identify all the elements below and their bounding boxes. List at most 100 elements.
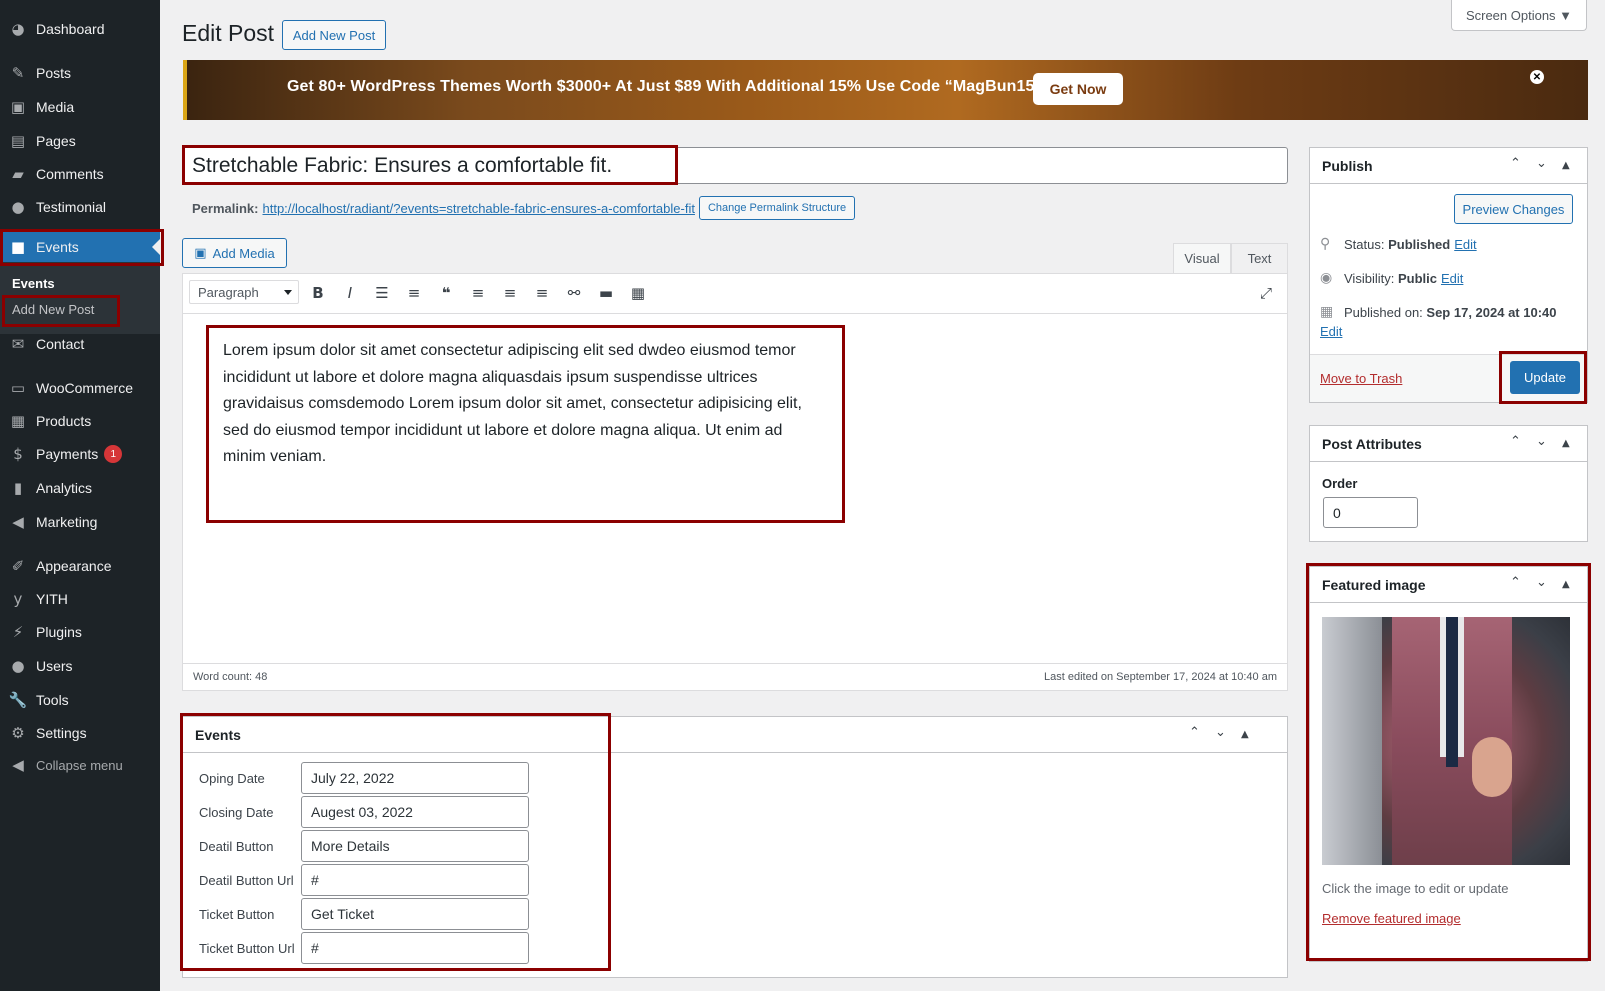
sidebar-item-media[interactable]: ▣ Media	[0, 92, 160, 122]
sidebar-item-users[interactable]: ● Users	[0, 651, 160, 681]
toggle-panel-icon[interactable]: ▲	[1562, 579, 1570, 590]
add-media-button[interactable]: ▣ Add Media	[182, 238, 287, 268]
bullet-list-icon[interactable]: ☰	[369, 280, 395, 306]
last-edited: Last edited on September 17, 2024 at 10:…	[1044, 671, 1277, 683]
sidebar-item-dashboard[interactable]: ◕ Dashboard	[0, 14, 160, 44]
editor-statusbar: Word count: 48 Last edited on September …	[183, 663, 1287, 690]
featured-image[interactable]	[1322, 617, 1570, 865]
detail-button-url-input[interactable]: #	[301, 864, 529, 896]
get-now-button[interactable]: Get Now	[1033, 73, 1123, 105]
post-attributes-metabox: Post Attributes ⌃ ⌄ ▲ Order 0	[1309, 425, 1588, 542]
page-title: Edit Post	[182, 20, 275, 46]
video-icon: ■	[10, 238, 26, 256]
comment-icon: ▰	[12, 165, 24, 183]
megaphone-icon: ◀	[12, 513, 24, 531]
align-left-icon[interactable]: ≡	[465, 280, 491, 306]
toggle-panel-icon[interactable]: ▲	[1562, 438, 1570, 449]
ticket-button-url-input[interactable]: #	[301, 932, 529, 964]
sidebar-item-settings[interactable]: ⚙ Settings	[0, 718, 160, 748]
sidebar-item-posts[interactable]: ✎ Posts	[0, 58, 160, 88]
edit-status-link[interactable]: Edit	[1454, 237, 1476, 252]
sidebar-item-comments[interactable]: ▰ Comments	[0, 159, 160, 189]
format-select[interactable]: Paragraph	[189, 280, 299, 304]
toolbar-toggle-icon[interactable]: ▦	[625, 280, 651, 306]
order-label: Order	[1322, 476, 1358, 491]
post-content[interactable]: Lorem ipsum dolor sit amet consectetur a…	[223, 338, 803, 471]
change-permalink-button[interactable]: Change Permalink Structure	[698, 196, 856, 220]
edit-date-link[interactable]: Edit	[1320, 324, 1342, 339]
numbered-list-icon[interactable]: ≡	[401, 280, 427, 306]
sidebar-item-pages[interactable]: ▤ Pages	[0, 126, 160, 156]
toggle-panel-icon[interactable]: ▲	[1562, 160, 1570, 171]
dollar-icon: $	[13, 445, 23, 463]
woo-icon: ▭	[10, 379, 26, 397]
word-count: Word count: 48	[193, 671, 268, 683]
sidebar-item-contact[interactable]: ✉ Contact	[0, 329, 160, 359]
sidebar-item-products[interactable]: ▦ Products	[0, 406, 160, 436]
mail-icon: ✉	[11, 335, 25, 353]
toggle-panel-icon[interactable]: ▲	[1241, 729, 1249, 740]
sidebar-item-marketing[interactable]: ◀ Marketing	[0, 507, 160, 537]
pin-icon: ✎	[11, 64, 25, 82]
events-metabox: Events ⌃ ⌄ ▲ Oping Date July 22, 2022 Cl…	[182, 716, 1288, 978]
move-up-icon[interactable]: ⌃	[1189, 725, 1200, 740]
align-center-icon[interactable]: ≡	[497, 280, 523, 306]
ticket-button-input[interactable]: Get Ticket	[301, 898, 529, 930]
detail-button-input[interactable]: More Details	[301, 830, 529, 862]
update-button[interactable]: Update	[1510, 361, 1580, 394]
sidebar-item-appearance[interactable]: ✐ Appearance	[0, 551, 160, 581]
sidebar-item-analytics[interactable]: ▮ Analytics	[0, 473, 160, 503]
close-icon[interactable]: ✕	[1530, 70, 1544, 84]
sidebar-item-plugins[interactable]: ⚡ Plugins	[0, 617, 160, 647]
screen-options-button[interactable]: Screen Options ▼	[1451, 0, 1587, 31]
move-to-trash-link[interactable]: Move to Trash	[1320, 371, 1402, 386]
dashboard-icon: ◕	[11, 20, 25, 38]
plugin-icon: ⚡	[12, 623, 24, 641]
permalink-label: Permalink:	[192, 200, 259, 216]
collapse-menu-button[interactable]: ◀ Collapse menu	[0, 750, 160, 780]
sidebar-item-payments[interactable]: $ Payments 1	[0, 439, 160, 469]
blockquote-icon[interactable]: ❝	[433, 280, 459, 306]
closing-date-input[interactable]: Augest 03, 2022	[301, 796, 529, 828]
read-more-icon[interactable]: ▬	[593, 280, 619, 306]
notification-badge: 1	[104, 445, 123, 463]
tab-text[interactable]: Text	[1231, 243, 1288, 273]
post-editor: Paragraph B I ☰ ≡ ❝ ≡ ≡ ≡ ⚯ ▬ ▦ ⤢ Lorem …	[182, 273, 1288, 691]
edit-visibility-link[interactable]: Edit	[1441, 271, 1463, 286]
link-icon[interactable]: ⚯	[561, 280, 587, 306]
sidebar-item-testimonial[interactable]: ● Testimonial	[0, 192, 160, 222]
tab-visual[interactable]: Visual	[1173, 243, 1231, 273]
field-detail-button-url: Deatil Button Url	[199, 872, 294, 888]
submenu-add-new-post[interactable]: Add New Post	[12, 302, 94, 317]
pin-icon: ⚲	[1320, 236, 1331, 252]
sidebar-item-events[interactable]: ■ Events	[0, 230, 160, 264]
sidebar-item-yith[interactable]: y YITH	[0, 584, 160, 614]
preview-changes-button[interactable]: Preview Changes	[1454, 194, 1573, 224]
move-down-icon[interactable]: ⌄	[1215, 725, 1226, 740]
move-down-icon[interactable]: ⌄	[1536, 434, 1547, 449]
eye-icon: ◉	[1320, 270, 1333, 286]
add-new-post-button[interactable]: Add New Post	[282, 20, 386, 50]
submenu-events[interactable]: Events	[12, 276, 55, 291]
order-input[interactable]: 0	[1323, 497, 1418, 528]
move-down-icon[interactable]: ⌄	[1536, 156, 1547, 171]
post-title-input[interactable]: Stretchable Fabric: Ensures a comfortabl…	[182, 147, 1288, 184]
calendar-icon: ▦	[1320, 304, 1334, 320]
remove-featured-image-link[interactable]: Remove featured image	[1322, 911, 1461, 926]
align-right-icon[interactable]: ≡	[529, 280, 555, 306]
italic-icon[interactable]: I	[337, 280, 363, 306]
oping-date-input[interactable]: July 22, 2022	[301, 762, 529, 794]
move-up-icon[interactable]: ⌃	[1510, 434, 1521, 449]
bold-icon[interactable]: B	[305, 280, 331, 306]
featured-image-metabox: Featured image ⌃ ⌄ ▲ Click the image to …	[1309, 566, 1588, 962]
promo-banner: Get 80+ WordPress Themes Worth $3000+ At…	[183, 60, 1588, 120]
fullscreen-icon[interactable]: ⤢	[1253, 280, 1279, 306]
move-down-icon[interactable]: ⌄	[1536, 575, 1547, 590]
field-detail-button: Deatil Button	[199, 838, 274, 854]
move-up-icon[interactable]: ⌃	[1510, 156, 1521, 171]
permalink-link[interactable]: http://localhost/radiant/?events=stretch…	[262, 201, 694, 216]
sidebar-item-woocommerce[interactable]: ▭ WooCommerce	[0, 373, 160, 403]
sidebar-item-tools[interactable]: 🔧 Tools	[0, 685, 160, 715]
move-up-icon[interactable]: ⌃	[1510, 575, 1521, 590]
published-on-row: ▦ Published on: Sep 17, 2024 at 10:40	[1320, 304, 1557, 320]
